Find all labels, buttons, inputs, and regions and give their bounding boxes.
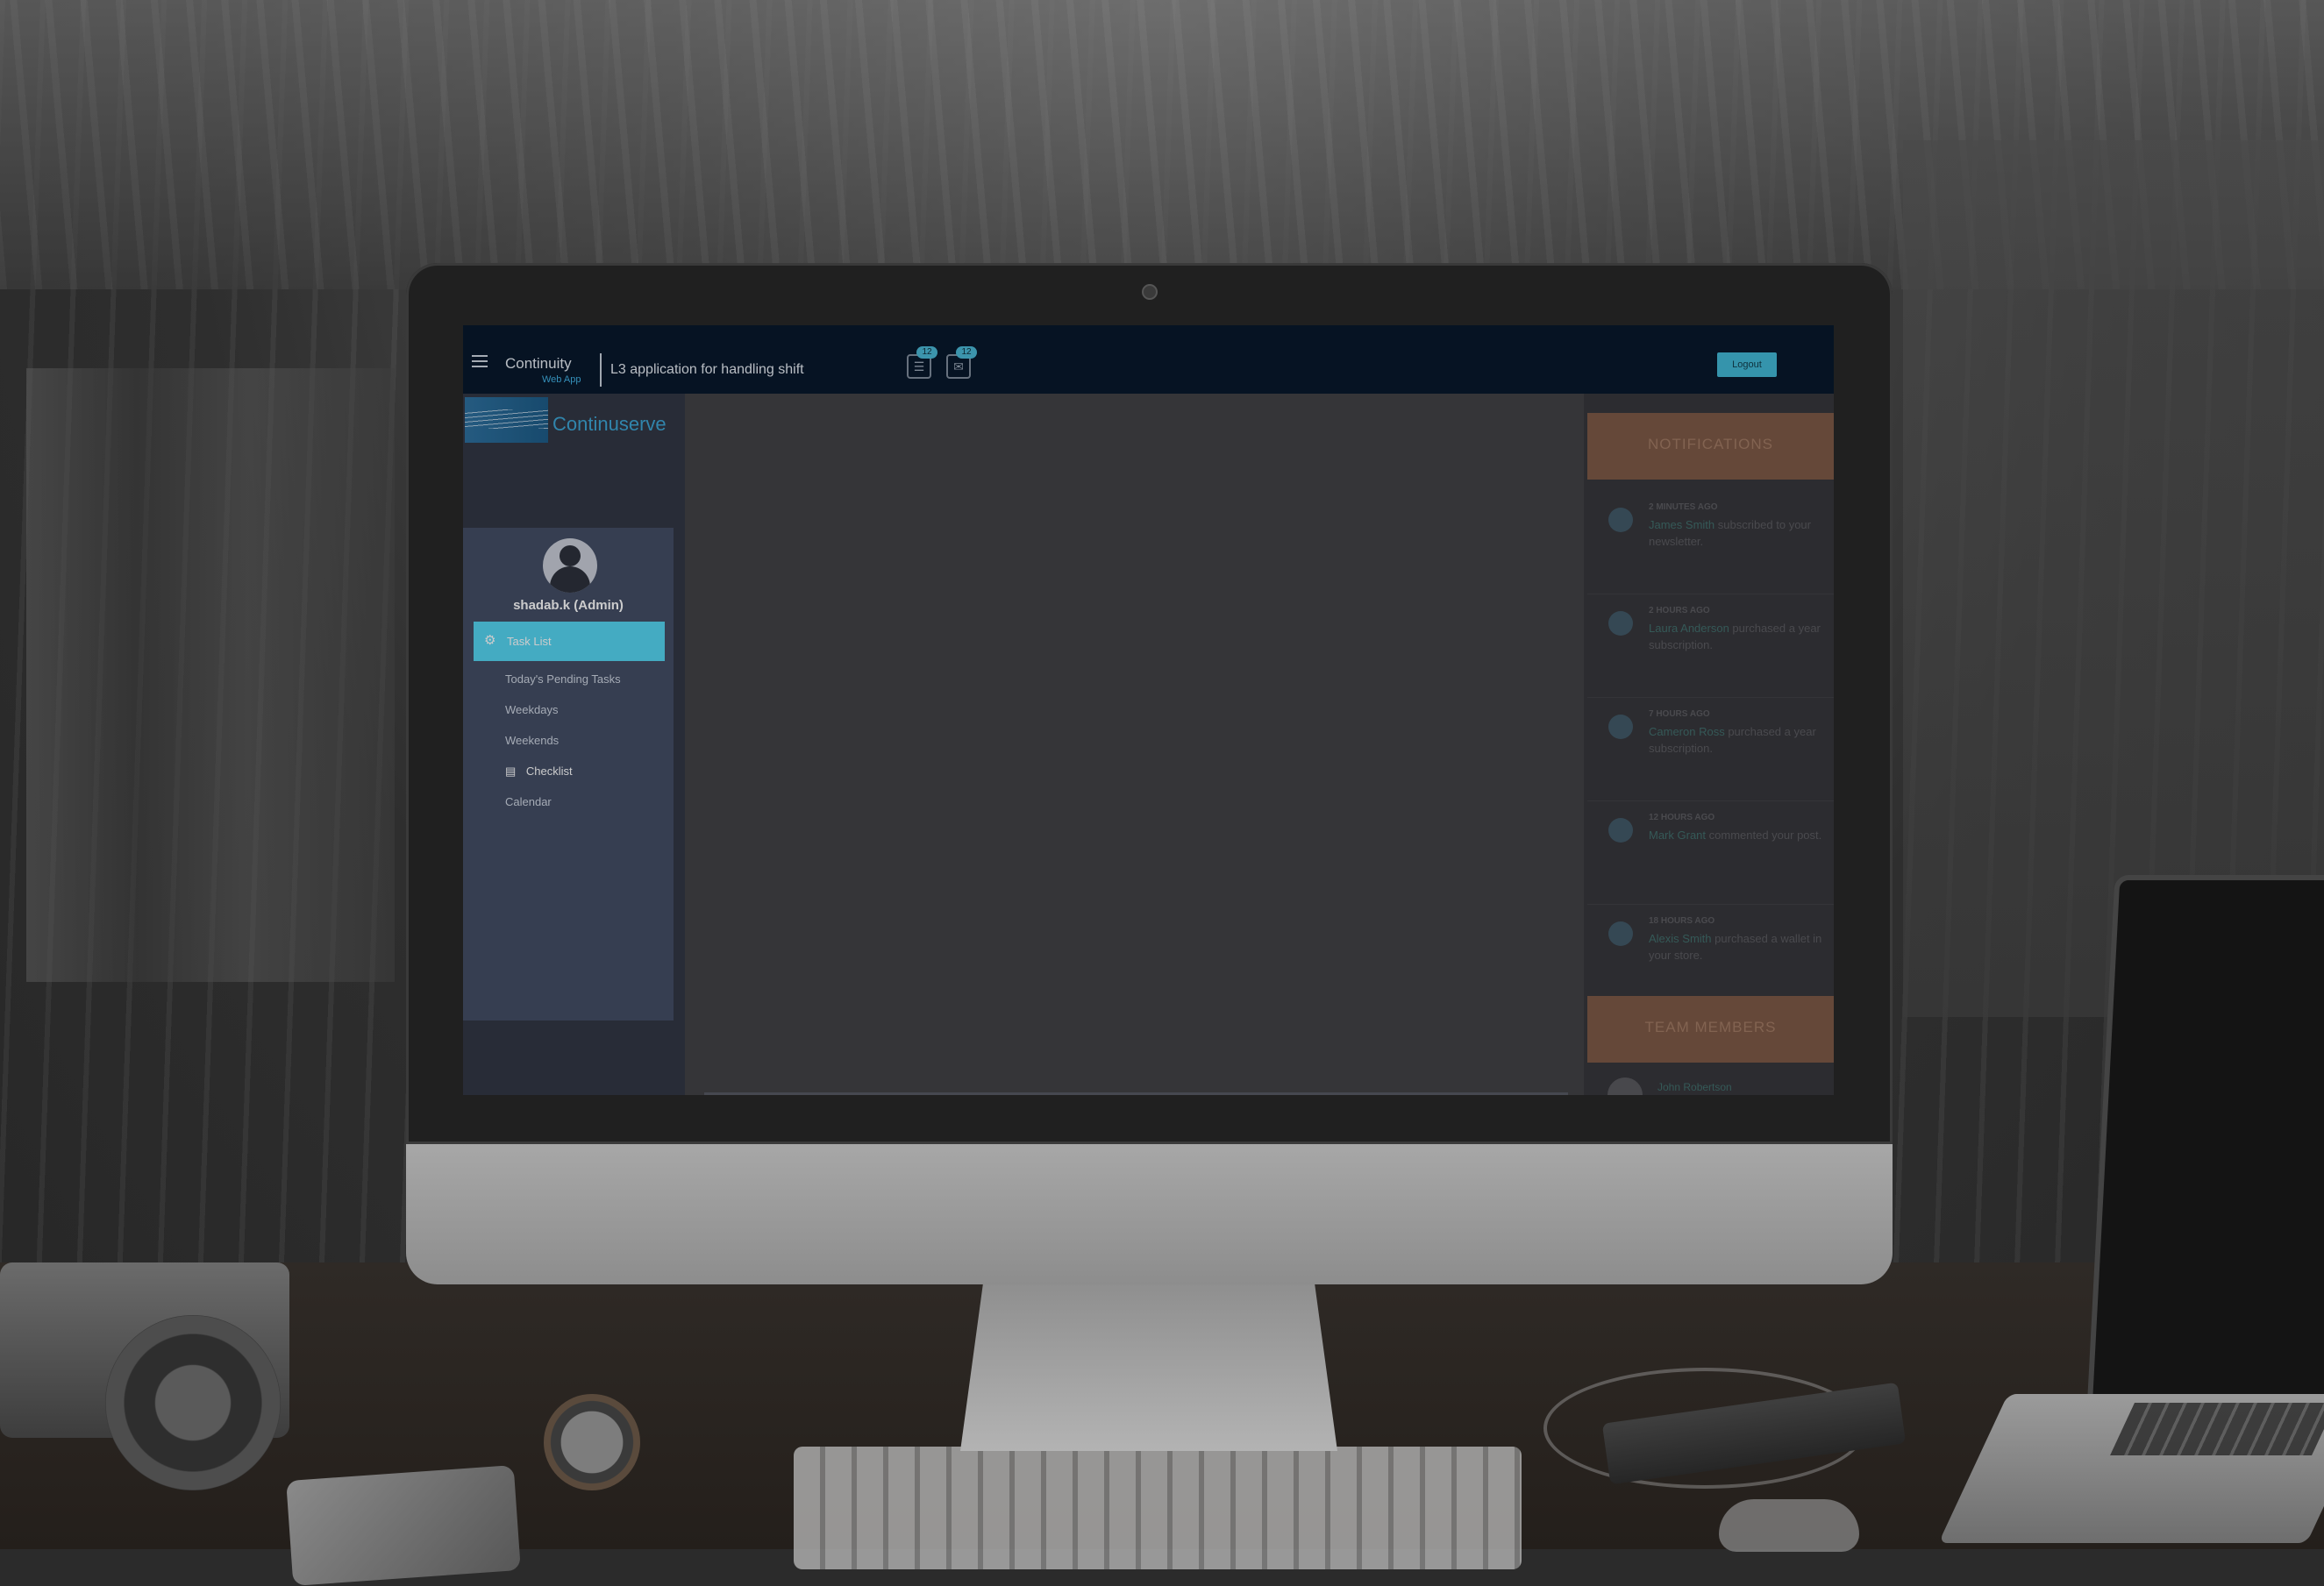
notifications-title: NOTIFICATIONS xyxy=(1647,436,1773,452)
notification-time: 12 HOURS AGO xyxy=(1649,813,1715,822)
tasks-badge: 12 xyxy=(916,346,937,359)
notification-text: Mark Grant commented your post. xyxy=(1649,827,1833,843)
notifications-header: NOTIFICATIONS xyxy=(1587,413,1834,480)
app-title: L3 application for handling shift xyxy=(610,362,804,377)
imac-stand xyxy=(960,1284,1337,1451)
notification-time: 2 HOURS AGO xyxy=(1649,606,1710,615)
sidebar-item-label: Checklist xyxy=(525,765,573,778)
team-members-header: TEAM MEMBERS xyxy=(1587,996,1834,1063)
notification-message: commented your post. xyxy=(1708,829,1822,842)
notification-text: James Smith subscribed to your newslette… xyxy=(1649,516,1833,550)
notification-item[interactable]: 18 HOURS AGO Alexis Smith purchased a wa… xyxy=(1587,904,1834,1008)
notification-time: 7 HOURS AGO xyxy=(1649,709,1710,719)
mail-badge: 12 xyxy=(956,346,977,359)
username: shadab.k (Admin) xyxy=(513,598,624,613)
webcam xyxy=(1142,284,1158,300)
company-logo-text: Continuserve xyxy=(552,413,667,435)
notification-item[interactable]: 2 HOURS AGO Laura Anderson purchased a y… xyxy=(1587,594,1834,698)
laptop-screen xyxy=(2085,875,2324,1429)
avatar-body xyxy=(550,566,590,593)
notification-icon xyxy=(1608,818,1633,843)
main-content xyxy=(685,394,1584,1095)
background-window xyxy=(26,368,395,982)
sidebar-item-label: Task List xyxy=(507,635,552,648)
sidebar-item-todays-pending-tasks[interactable]: Today's Pending Tasks xyxy=(505,672,621,686)
notification-user[interactable]: Laura Anderson xyxy=(1649,622,1729,635)
notification-time: 18 HOURS AGO xyxy=(1649,916,1715,926)
notification-user[interactable]: Cameron Ross xyxy=(1649,725,1725,738)
team-member-name[interactable]: John Robertson xyxy=(1657,1081,1732,1093)
user-avatar[interactable] xyxy=(543,538,597,593)
notification-item[interactable]: 7 HOURS AGO Cameron Ross purchased a yea… xyxy=(1587,697,1834,801)
notification-text: Alexis Smith purchased a wallet in your … xyxy=(1649,930,1833,964)
top-navbar: Continuity Web App L3 application for ha… xyxy=(463,325,1834,394)
notification-user[interactable]: Alexis Smith xyxy=(1649,932,1712,945)
watch-prop xyxy=(544,1394,640,1490)
brand-divider xyxy=(600,353,602,387)
camera-lens xyxy=(105,1315,281,1490)
notification-user[interactable]: Mark Grant xyxy=(1649,829,1706,842)
sidebar-item-weekends[interactable]: Weekends xyxy=(505,734,559,747)
company-logo-swoosh xyxy=(465,409,548,429)
notification-icon xyxy=(1608,715,1633,739)
book-icon: ▤ xyxy=(505,765,517,778)
notification-item[interactable]: 12 HOURS AGO Mark Grant commented your p… xyxy=(1587,800,1834,905)
notification-icon xyxy=(1608,611,1633,636)
notification-icon xyxy=(1608,508,1633,532)
notification-icon xyxy=(1608,921,1633,946)
app-screen: Continuity Web App L3 application for ha… xyxy=(463,325,1834,1095)
sidebar-item-task-list[interactable]: ⚙ Task List xyxy=(474,622,665,661)
sidebar-item-checklist[interactable]: ▤ Checklist xyxy=(505,765,573,779)
gears-icon: ⚙ xyxy=(484,633,496,648)
avatar-head xyxy=(560,545,581,566)
phone-prop xyxy=(286,1465,521,1586)
notification-text: Cameron Ross purchased a year subscripti… xyxy=(1649,723,1833,757)
notification-text: Laura Anderson purchased a year subscrip… xyxy=(1649,620,1833,653)
apple-logo-icon xyxy=(1115,1170,1176,1245)
mouse-prop xyxy=(1719,1499,1859,1552)
laptop-keyboard xyxy=(2110,1403,2324,1455)
content-footer-line xyxy=(704,1092,1568,1095)
sidebar-item-calendar[interactable]: Calendar xyxy=(505,795,552,808)
notification-time: 2 MINUTES AGO xyxy=(1649,502,1718,512)
brand-name: Continuity xyxy=(505,355,572,372)
team-members-title: TEAM MEMBERS xyxy=(1644,1019,1777,1035)
brand-subtitle: Web App xyxy=(542,374,581,385)
hamburger-icon[interactable] xyxy=(472,355,488,367)
logout-button[interactable]: Logout xyxy=(1717,352,1777,377)
notification-item[interactable]: 2 MINUTES AGO James Smith subscribed to … xyxy=(1587,490,1834,594)
notification-user[interactable]: James Smith xyxy=(1649,518,1714,531)
sidebar-item-weekdays[interactable]: Weekdays xyxy=(505,703,558,716)
keyboard-prop xyxy=(794,1447,1522,1569)
